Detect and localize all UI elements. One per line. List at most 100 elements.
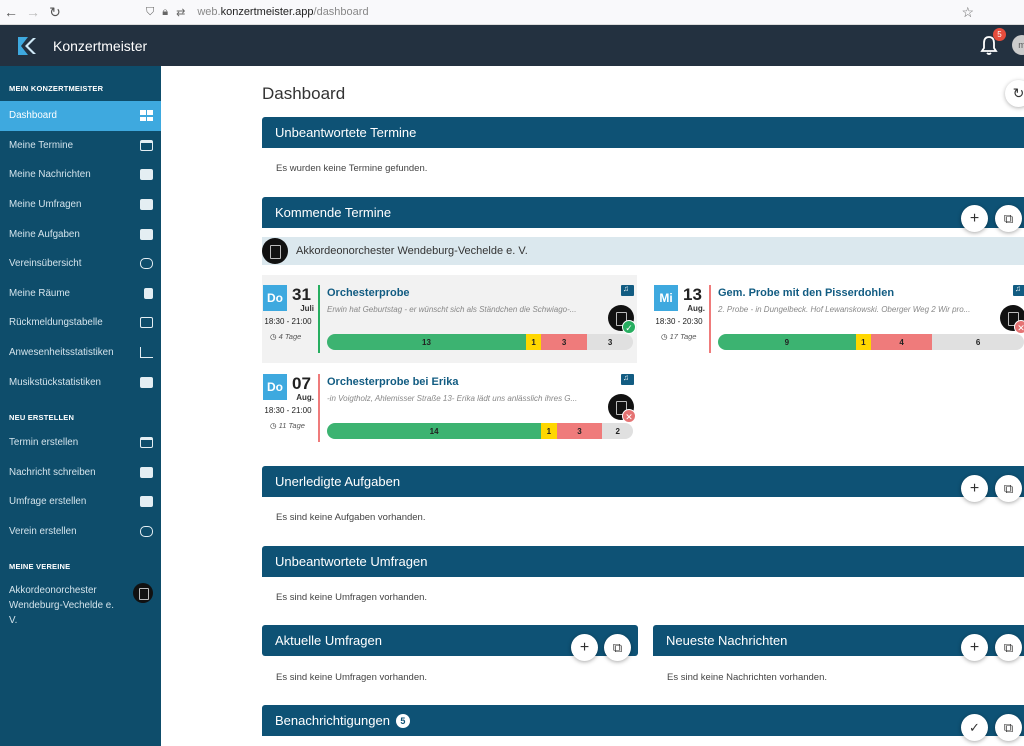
sidebar-item-vereinsuebersicht[interactable]: Vereinsübersicht [0, 249, 161, 279]
open-events-button[interactable]: ⧉ [995, 205, 1022, 232]
lyre-icon [140, 258, 153, 270]
external-link-icon: ⧉ [1003, 211, 1014, 226]
cross-icon[interactable]: ✕ [622, 409, 636, 423]
address-bar[interactable]: ⛉ 🔒︎ ⇄ web.konzertmeister.app/dashboard … [140, 2, 978, 22]
poll-icon [140, 199, 153, 211]
back-icon[interactable]: ← [0, 4, 22, 20]
event-day: 07 [292, 374, 311, 393]
calendar-icon [140, 437, 153, 449]
event-status-line [318, 285, 320, 353]
response-bar[interactable]: 13 1 3 3 [327, 334, 633, 350]
open-polls-button[interactable]: ⧉ [604, 634, 631, 661]
response-maybe: 1 [525, 334, 542, 350]
room-icon [144, 287, 153, 299]
event-weekday: Mi [654, 285, 678, 311]
open-tasks-button[interactable]: ⧉ [995, 475, 1022, 502]
add-poll-button[interactable]: + [571, 634, 598, 661]
sidebar-item-nachricht-schreiben[interactable]: Nachricht schreiben [0, 458, 161, 488]
reload-icon[interactable]: ↻ [44, 4, 66, 21]
response-no: 4 [871, 334, 933, 350]
rehearsal-type-icon [621, 373, 634, 385]
music-stats-icon [140, 376, 153, 388]
sidebar-item-raeume[interactable]: Meine Räume [0, 279, 161, 309]
lock-icon: 🔒︎ [162, 5, 169, 18]
event-description: 2. Probe - in Dungelbeck. Hof Lewanskows… [718, 305, 971, 314]
add-message-button[interactable]: + [961, 634, 988, 661]
sidebar-item-rueckmeldungstabelle[interactable]: Rückmeldungstabelle [0, 308, 161, 338]
response-none: 2 [602, 423, 633, 439]
sidebar-item-termin-erstellen[interactable]: Termin erstellen [0, 428, 161, 458]
section-upcoming-events: Kommende Termine [262, 197, 1024, 228]
event-card[interactable]: Do 31 Juli 18:30 - 21:00 4 Tage Orcheste… [262, 275, 637, 363]
sidebar-item-dashboard[interactable]: Dashboard [0, 101, 161, 131]
url-text: web.konzertmeister.app/dashboard [197, 6, 369, 18]
sidebar-item-verein-erstellen[interactable]: Verein erstellen [0, 517, 161, 547]
event-description: Erwin hat Geburtstag - er wünscht sich a… [327, 305, 577, 314]
check-icon[interactable]: ✓ [622, 320, 636, 334]
user-avatar[interactable]: m [1012, 35, 1024, 55]
poll-icon [140, 496, 153, 508]
bookmark-star-icon[interactable]: ☆ [961, 4, 974, 21]
section-unanswered-polls: Unbeantwortete Umfragen [262, 546, 1024, 577]
external-link-icon: ⧉ [612, 640, 623, 655]
permissions-icon: ⇄ [176, 6, 186, 19]
section-notifications: Benachrichtigungen 5 [262, 705, 1024, 736]
lyre-icon [140, 526, 153, 538]
event-day: 13 [683, 285, 702, 304]
response-yes: 9 [718, 334, 856, 350]
club-avatar [262, 238, 288, 264]
event-month: Aug. [296, 393, 314, 402]
response-maybe: 1 [541, 423, 557, 439]
rehearsal-type-icon [1013, 284, 1024, 296]
unanswered-events-empty: Es wurden keine Termine gefunden. [276, 163, 428, 174]
forward-icon[interactable]: → [22, 4, 44, 20]
event-status-line [318, 374, 320, 442]
mark-all-read-button[interactable]: ✓ [961, 714, 988, 741]
event-title[interactable]: Orchesterprobe bei Erika [327, 376, 458, 388]
app-title[interactable]: Konzertmeister [53, 38, 147, 54]
shield-icon: ⛉ [146, 5, 155, 18]
bar-chart-icon [140, 347, 153, 359]
sidebar-section-clubs: MEINE VEREINE [9, 562, 71, 572]
browser-toolbar: ← → ↻ ⛉ 🔒︎ ⇄ web.konzertmeister.app/dash… [0, 0, 1024, 25]
event-time: 18:30 - 21:00 [264, 406, 312, 415]
response-bar[interactable]: 14 1 3 2 [327, 423, 633, 439]
club-row[interactable]: Akkordeonorchester Wendeburg-Vechelde e.… [262, 237, 1024, 265]
event-title[interactable]: Orchesterprobe [327, 287, 410, 299]
sidebar-item-umfragen[interactable]: Meine Umfragen [0, 190, 161, 220]
sidebar-item-umfrage-erstellen[interactable]: Umfrage erstellen [0, 487, 161, 517]
sidebar-item-anwesenheitsstatistiken[interactable]: Anwesenheitsstatistiken [0, 338, 161, 368]
sidebar: MEIN KONZERTMEISTER Dashboard Meine Term… [0, 66, 161, 746]
current-polls-empty: Es sind keine Umfragen vorhanden. [276, 672, 428, 683]
open-messages-button[interactable]: ⧉ [995, 634, 1022, 661]
refresh-button[interactable]: ↻ [1005, 80, 1024, 107]
add-task-button[interactable]: + [961, 475, 988, 502]
event-card[interactable]: Mi 13 Aug. 18:30 - 20:30 17 Tage Gem. Pr… [653, 275, 1024, 363]
message-icon [140, 466, 153, 478]
page-title: Dashboard [262, 84, 346, 103]
event-card[interactable]: Do 07 Aug. 18:30 - 21:00 11 Tage Orchest… [262, 364, 637, 452]
external-link-icon: ⧉ [1003, 720, 1014, 735]
event-month: Juli [300, 304, 314, 313]
message-icon [140, 169, 153, 181]
dashboard-icon [140, 110, 153, 122]
latest-messages-empty: Es sind keine Nachrichten vorhanden. [667, 672, 828, 683]
check-icon: ✓ [969, 720, 980, 735]
sidebar-item-musikstueckstatistiken[interactable]: Musikstückstatistiken [0, 367, 161, 397]
sidebar-item-aufgaben[interactable]: Meine Aufgaben [0, 219, 161, 249]
plus-icon: + [579, 639, 590, 656]
event-month: Aug. [687, 304, 705, 313]
add-event-button[interactable]: + [961, 205, 988, 232]
response-none: 3 [587, 334, 633, 350]
cross-icon[interactable]: ✕ [1014, 320, 1024, 334]
sidebar-item-club[interactable]: Akkordeonorchester Wendeburg-Vechelde e.… [0, 583, 161, 628]
konzertmeister-logo[interactable] [16, 34, 38, 57]
response-bar[interactable]: 9 1 4 6 [718, 334, 1024, 350]
calendar-icon [140, 139, 153, 151]
event-title[interactable]: Gem. Probe mit den Pisserdohlen [718, 287, 894, 299]
sidebar-item-nachrichten[interactable]: Meine Nachrichten [0, 160, 161, 190]
event-day: 31 [292, 285, 311, 304]
open-notifications-button[interactable]: ⧉ [995, 714, 1022, 741]
event-days-left: 17 Tage [661, 332, 697, 341]
sidebar-item-termine[interactable]: Meine Termine [0, 131, 161, 161]
